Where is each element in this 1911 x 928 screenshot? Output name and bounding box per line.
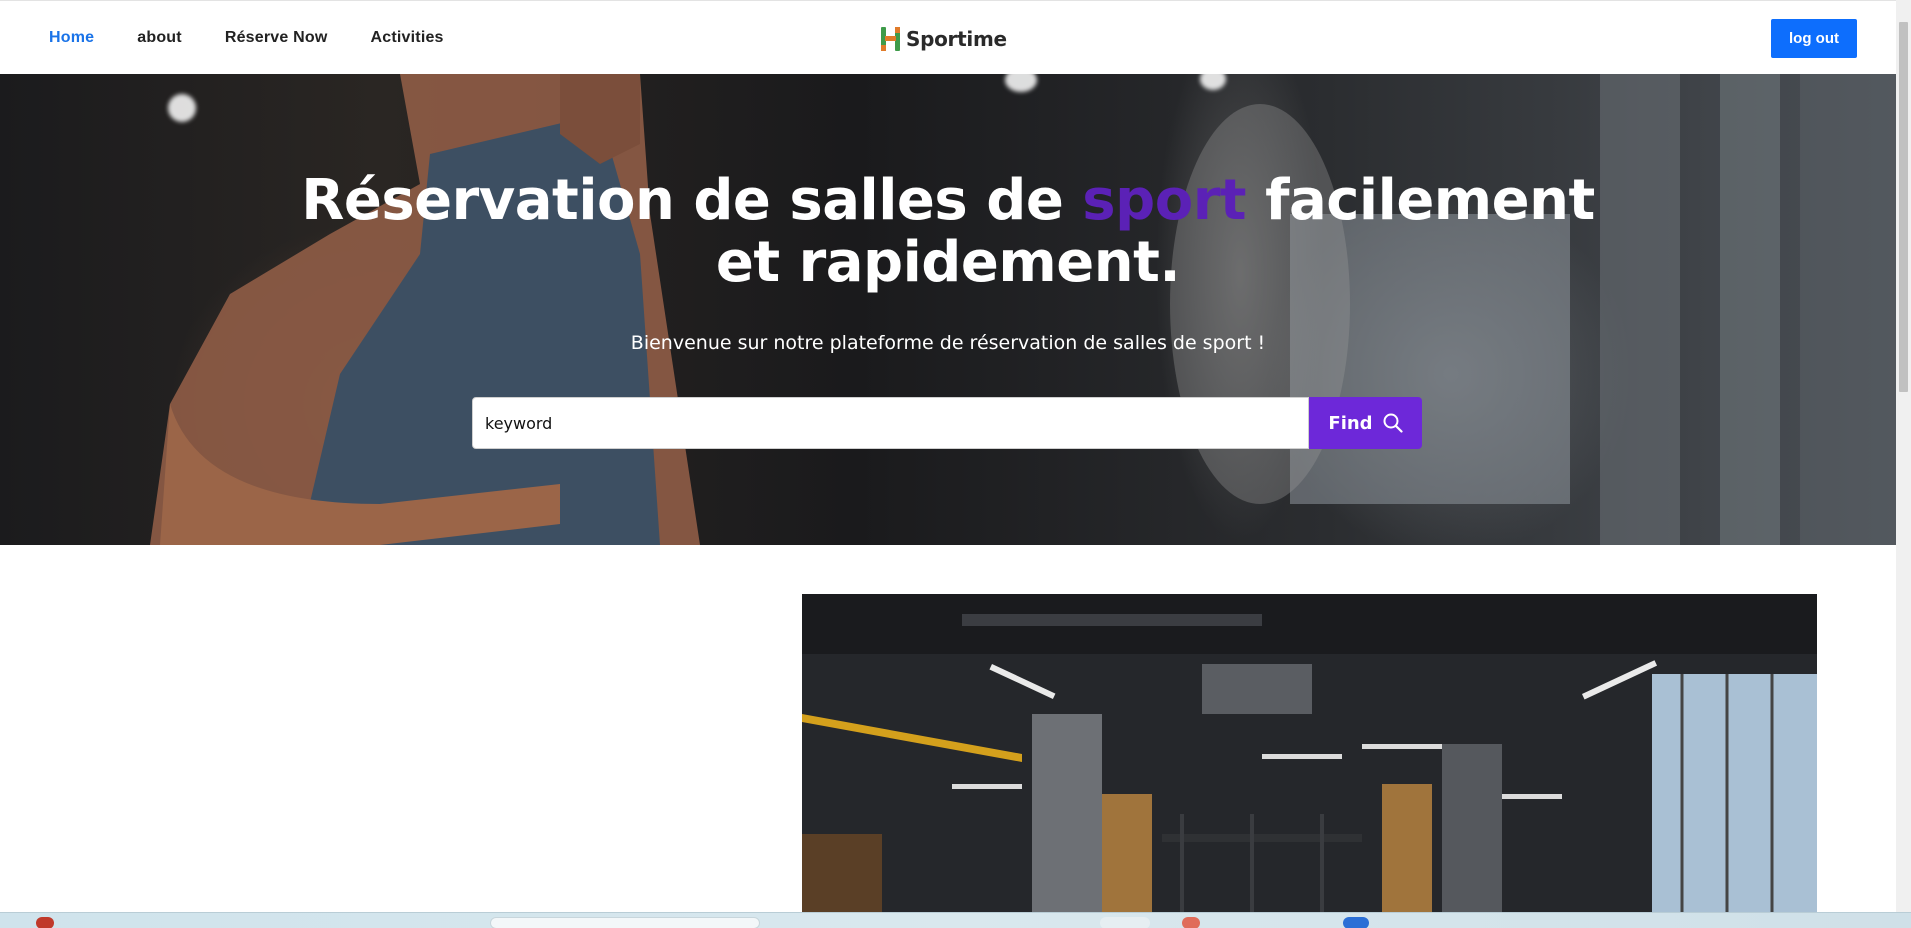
nav-home[interactable]: Home (49, 29, 94, 47)
page: Home about Réserve Now Activities Sporti… (0, 0, 1911, 928)
gym-interior-image (802, 594, 1817, 912)
logout-button[interactable]: log out (1771, 19, 1857, 58)
sportime-logo-icon (881, 27, 900, 51)
taskbar-search-box[interactable] (490, 917, 760, 928)
taskbar-app-icon[interactable] (1100, 917, 1150, 928)
hero-title-line2: et rapidement. (715, 230, 1181, 295)
hero-title-accent: sport (1082, 168, 1247, 233)
hero-background-image (150, 74, 1896, 545)
nav-about[interactable]: about (137, 29, 182, 47)
scrollbar-thumb[interactable] (1899, 22, 1908, 392)
brand-logo[interactable]: Sportime (880, 24, 1007, 54)
brand-name: Sportime (906, 27, 1007, 51)
taskbar-app-icon[interactable] (1343, 917, 1369, 928)
gym-photo (802, 594, 1817, 912)
search-bar: Find (472, 397, 1422, 449)
nav-activities[interactable]: Activities (371, 29, 444, 47)
hero-subtitle: Bienvenue sur notre plateforme de réserv… (630, 332, 1266, 354)
page-scrollbar[interactable] (1896, 0, 1911, 912)
os-taskbar (0, 912, 1911, 928)
hero-title-part1: Réservation de salles de (301, 168, 1083, 233)
ceiling-light (168, 94, 196, 122)
top-navbar: Home about Réserve Now Activities Sporti… (0, 0, 1896, 74)
hero-title: Réservation de salles de sport facilemen… (0, 170, 1896, 294)
find-button[interactable]: Find (1309, 397, 1422, 449)
search-icon (1383, 413, 1403, 433)
taskbar-app-icon[interactable] (1182, 917, 1200, 928)
nav-reserve-now[interactable]: Réserve Now (225, 29, 328, 47)
taskbar-app-icon[interactable] (36, 917, 54, 928)
hero-banner: Réservation de salles de sport facilemen… (0, 74, 1896, 545)
hero-title-part2: facilement (1246, 168, 1595, 233)
nav-links: Home about Réserve Now Activities (49, 1, 444, 75)
search-input[interactable] (472, 397, 1309, 449)
find-button-label: Find (1328, 412, 1373, 434)
